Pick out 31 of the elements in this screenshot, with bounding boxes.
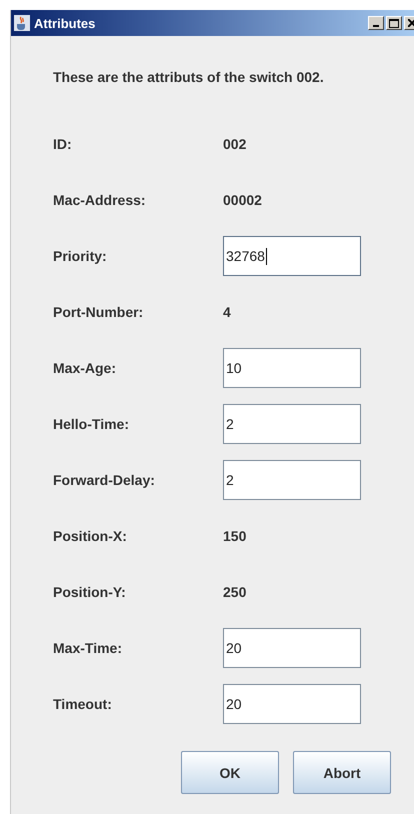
- minimize-button[interactable]: [368, 16, 384, 30]
- field-value: 150: [223, 528, 246, 544]
- field-label: Max-Age:: [53, 360, 118, 376]
- maximize-icon: [389, 18, 399, 28]
- field-value: 002: [223, 136, 246, 152]
- field-label: Hello-Time:: [53, 416, 130, 432]
- field-label: Priority:: [53, 248, 108, 264]
- field-label: ID:: [53, 136, 73, 152]
- field-value: 4: [223, 304, 231, 320]
- input-field[interactable]: 2: [223, 404, 361, 444]
- field-label: Timeout:: [53, 696, 113, 712]
- input-field[interactable]: 20: [223, 628, 361, 668]
- input-field[interactable]: 10: [223, 348, 361, 388]
- description-text: These are the attributs of the switch 002.: [53, 68, 325, 87]
- window-title: Attributes: [34, 16, 96, 30]
- field-label: Forward-Delay:: [53, 472, 156, 488]
- close-icon: [408, 19, 414, 27]
- field-value: 00002: [223, 192, 262, 208]
- input-field[interactable]: 2: [223, 460, 361, 500]
- field-label: Position-X:: [53, 528, 128, 544]
- maximize-button[interactable]: [386, 16, 402, 30]
- field-label: Max-Time:: [53, 640, 123, 656]
- input-field[interactable]: 20: [223, 684, 361, 724]
- field-label: Mac-Address:: [53, 192, 147, 208]
- dialog-button[interactable]: OK: [181, 751, 279, 794]
- coffee-cup-icon: [14, 15, 30, 31]
- dialog-button[interactable]: Abort: [293, 751, 391, 794]
- field-label: Port-Number:: [53, 304, 144, 320]
- field-value: 250: [223, 584, 246, 600]
- input-field[interactable]: 32768: [223, 236, 361, 276]
- field-label: Position-Y:: [53, 584, 127, 600]
